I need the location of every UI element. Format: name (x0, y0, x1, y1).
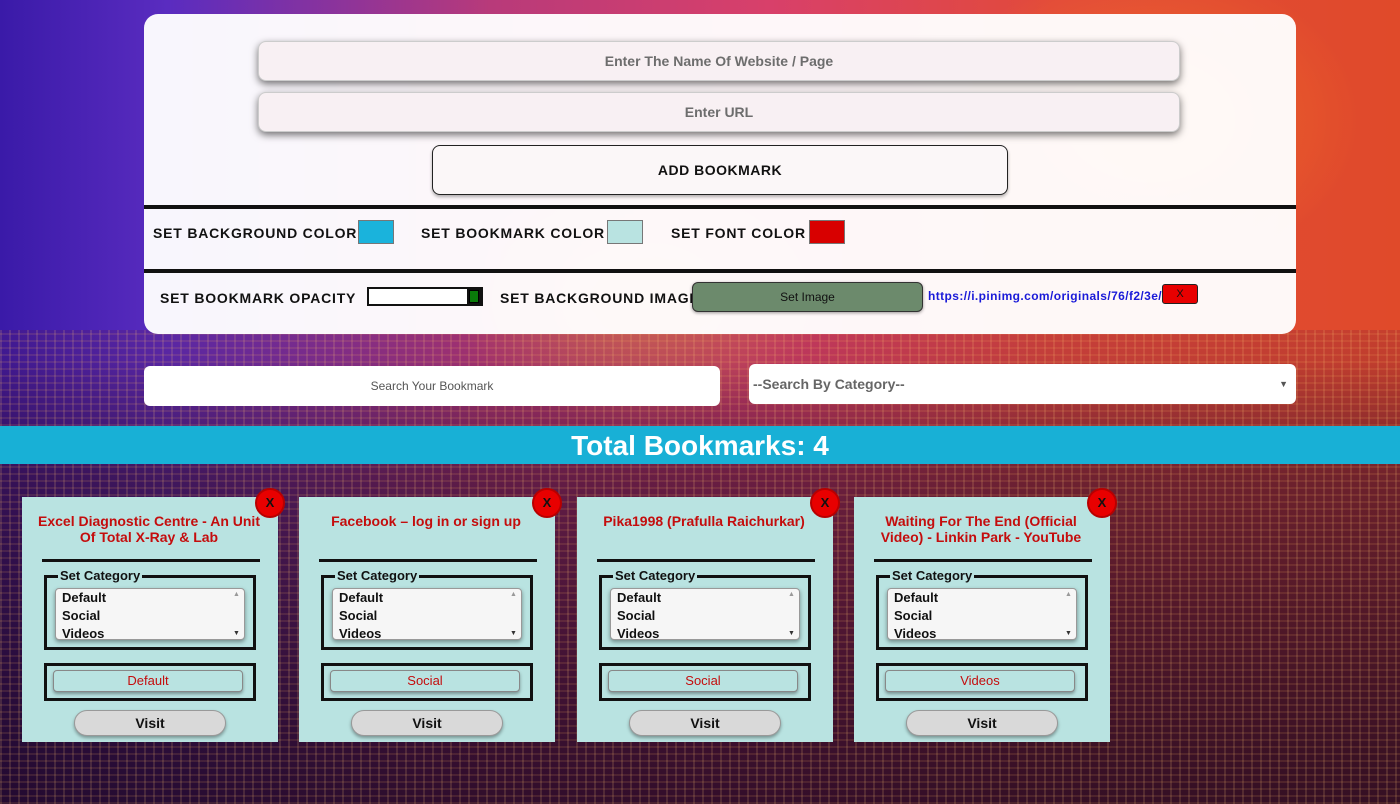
clear-image-button[interactable]: X (1162, 284, 1198, 304)
category-option[interactable]: Videos (56, 625, 244, 639)
font-color-picker[interactable] (809, 220, 845, 244)
category-button[interactable]: Social (330, 670, 520, 692)
visit-button[interactable]: Visit (629, 710, 781, 736)
visit-button[interactable]: Visit (906, 710, 1058, 736)
scrollbar[interactable]: ▲ ▼ (507, 589, 521, 639)
bookmark-title: Waiting For The End (Official Video) - L… (880, 513, 1082, 545)
set-category-fieldset: Set Category Default Social Videos ▲ ▼ (599, 569, 811, 650)
visit-button[interactable]: Visit (74, 710, 226, 736)
website-name-input[interactable] (258, 41, 1180, 81)
category-box: Social (599, 663, 811, 701)
category-listbox[interactable]: Default Social Videos ▲ ▼ (610, 588, 800, 640)
image-url-text: https://i.pinimg.com/originals/76/f2/3e/ (928, 289, 1163, 303)
slider-thumb[interactable] (469, 290, 479, 303)
total-bookmarks-text: Total Bookmarks: 4 (571, 430, 829, 461)
total-bookmarks-banner: Total Bookmarks: 4 (0, 426, 1400, 464)
divider (319, 559, 537, 562)
category-option[interactable]: Default (56, 589, 244, 607)
bg-color-label: SET BACKGROUND COLOR (153, 225, 358, 241)
set-category-legend: Set Category (613, 568, 698, 583)
category-option[interactable]: Social (333, 607, 521, 625)
bookmark-title: Pika1998 (Prafulla Raichurkar) (603, 513, 805, 529)
add-bookmark-button[interactable]: ADD BOOKMARK (432, 145, 1008, 195)
set-category-legend: Set Category (335, 568, 420, 583)
scrollbar[interactable]: ▲ ▼ (1062, 589, 1076, 639)
url-input[interactable] (258, 92, 1180, 132)
divider (874, 559, 1092, 562)
bg-image-label: SET BACKGROUND IMAGE (500, 290, 700, 306)
category-box: Social (321, 663, 533, 701)
category-option[interactable]: Social (888, 607, 1076, 625)
set-category-fieldset: Set Category Default Social Videos ▲ ▼ (876, 569, 1088, 650)
chevron-down-icon: ▼ (1279, 379, 1288, 389)
bookmark-card: X Excel Diagnostic Centre - An Unit Of T… (22, 488, 285, 742)
category-box: Videos (876, 663, 1088, 701)
category-option[interactable]: Videos (333, 625, 521, 639)
scroll-up-icon[interactable]: ▲ (1065, 591, 1072, 598)
scroll-down-icon[interactable]: ▼ (788, 630, 795, 637)
category-button[interactable]: Default (53, 670, 243, 692)
category-option[interactable]: Social (56, 607, 244, 625)
category-option[interactable]: Default (888, 589, 1076, 607)
category-option[interactable]: Default (333, 589, 521, 607)
scroll-up-icon[interactable]: ▲ (510, 591, 517, 598)
category-box: Default (44, 663, 256, 701)
bookmark-title: Facebook – log in or sign up (331, 513, 521, 529)
scroll-down-icon[interactable]: ▼ (510, 630, 517, 637)
search-input[interactable] (144, 366, 720, 406)
scrollbar[interactable]: ▲ ▼ (230, 589, 244, 639)
category-option[interactable]: Videos (611, 625, 799, 639)
bookmark-color-label: SET BOOKMARK COLOR (421, 225, 605, 241)
scroll-up-icon[interactable]: ▲ (233, 591, 240, 598)
category-listbox[interactable]: Default Social Videos ▲ ▼ (55, 588, 245, 640)
set-category-fieldset: Set Category Default Social Videos ▲ ▼ (44, 569, 256, 650)
category-listbox[interactable]: Default Social Videos ▲ ▼ (887, 588, 1077, 640)
scroll-down-icon[interactable]: ▼ (233, 630, 240, 637)
opacity-slider[interactable] (367, 287, 483, 306)
category-option[interactable]: Videos (888, 625, 1076, 639)
set-category-fieldset: Set Category Default Social Videos ▲ ▼ (321, 569, 533, 650)
scrollbar[interactable]: ▲ ▼ (785, 589, 799, 639)
settings-panel: ADD BOOKMARK SET BACKGROUND COLOR SET BO… (144, 14, 1296, 334)
divider (144, 269, 1296, 273)
bookmark-card: X Facebook – log in or sign up Set Categ… (299, 488, 562, 742)
divider (42, 559, 260, 562)
bg-color-picker[interactable] (358, 220, 394, 244)
scroll-down-icon[interactable]: ▼ (1065, 630, 1072, 637)
category-button[interactable]: Videos (885, 670, 1075, 692)
bookmark-card: X Pika1998 (Prafulla Raichurkar) Set Cat… (577, 488, 840, 742)
category-filter-value: --Search By Category-- (753, 376, 905, 392)
category-option[interactable]: Social (611, 607, 799, 625)
divider (144, 205, 1296, 209)
category-option[interactable]: Default (611, 589, 799, 607)
font-color-label: SET FONT COLOR (671, 225, 806, 241)
set-category-legend: Set Category (58, 568, 143, 583)
category-listbox[interactable]: Default Social Videos ▲ ▼ (332, 588, 522, 640)
visit-button[interactable]: Visit (351, 710, 503, 736)
divider (597, 559, 815, 562)
opacity-label: SET BOOKMARK OPACITY (160, 290, 357, 306)
set-image-button[interactable]: Set Image (692, 282, 923, 312)
category-button[interactable]: Social (608, 670, 798, 692)
set-category-legend: Set Category (890, 568, 975, 583)
bookmark-title: Excel Diagnostic Centre - An Unit Of Tot… (38, 513, 260, 545)
category-filter-select[interactable]: --Search By Category-- ▼ (749, 364, 1296, 404)
scroll-up-icon[interactable]: ▲ (788, 591, 795, 598)
bookmark-card: X Waiting For The End (Official Video) -… (854, 488, 1117, 742)
bookmark-color-picker[interactable] (607, 220, 643, 244)
